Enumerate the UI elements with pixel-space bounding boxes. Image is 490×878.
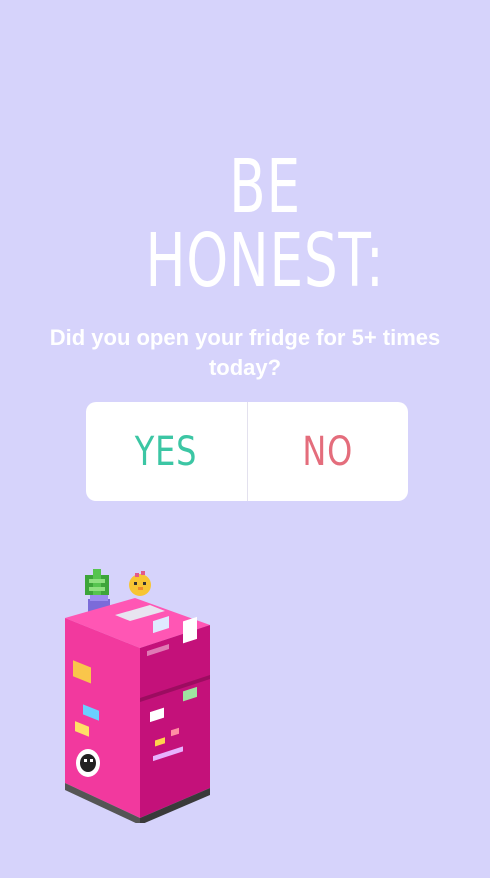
poll-option-yes-label: YES bbox=[134, 428, 198, 475]
pixel-fridge-icon[interactable] bbox=[55, 563, 225, 823]
poll-option-yes[interactable]: YES bbox=[86, 402, 247, 501]
poll-sticker: YES NO bbox=[86, 402, 408, 501]
poll-question: Did you open your fridge for 5+ times to… bbox=[49, 325, 441, 380]
story-headline: BE HONEST: bbox=[145, 144, 385, 304]
poll-option-no[interactable]: NO bbox=[248, 402, 409, 501]
chick-icon bbox=[129, 571, 151, 596]
poll-option-no-label: NO bbox=[302, 428, 354, 475]
